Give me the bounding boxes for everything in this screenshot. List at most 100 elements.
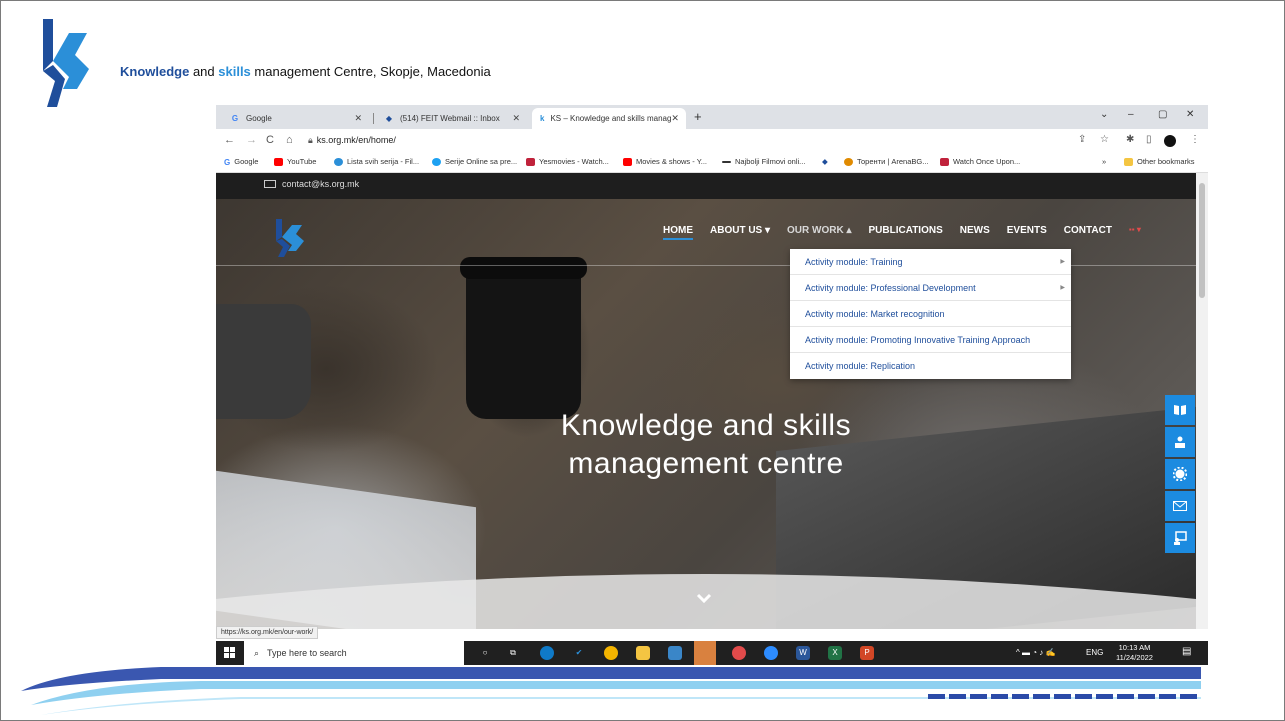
maximize-icon[interactable]: ▢ [1158, 109, 1167, 120]
presentation-icon[interactable] [1165, 523, 1195, 553]
bookmark-site-icon [526, 157, 535, 166]
lock-icon: 🔒︎ [308, 135, 313, 145]
dropdown-item-professional-development[interactable]: Activity module: Professional Developmen… [790, 275, 1071, 301]
website-page: contact@ks.org.mk HOME ABOUT US ▾ OUR WO… [216, 173, 1196, 629]
menu-our-work[interactable]: OUR WORK ▴ [787, 225, 851, 236]
search-icon: ⌕ [254, 647, 260, 658]
extensions-icon[interactable]: ✱ [1126, 134, 1134, 145]
new-tab-button[interactable]: + [694, 109, 702, 124]
url-field[interactable]: 🔒︎ ks.org.mk/en/home/ [308, 135, 396, 146]
scrollbar-thumb[interactable] [1199, 183, 1205, 298]
bookmark-item[interactable]: Yesmovies - Watch... [526, 157, 609, 166]
back-icon[interactable]: ← [224, 134, 235, 146]
site-logo-icon[interactable] [274, 219, 304, 257]
language-flag-menu[interactable]: ▪▪ ▾ [1129, 225, 1141, 236]
share-icon[interactable]: ⇪ [1078, 134, 1086, 145]
gear-icon[interactable] [1165, 459, 1195, 489]
reload-icon[interactable]: C [266, 134, 274, 146]
cortana-icon[interactable]: ○ [478, 646, 492, 660]
home-icon[interactable]: ⌂ [286, 134, 293, 146]
notifications-icon[interactable]: ▤ [1182, 646, 1191, 657]
menu-contact[interactable]: CONTACT [1064, 225, 1112, 236]
bookmark-site-icon [432, 157, 441, 166]
todo-icon[interactable]: ✔ [572, 646, 586, 660]
minimize-icon[interactable]: – [1128, 109, 1134, 120]
envelope-icon[interactable] [1165, 491, 1195, 521]
bookmark-item[interactable]: G Google [224, 157, 258, 167]
our-work-dropdown: Activity module: Training ▶ Activity modu… [790, 249, 1071, 379]
google-icon: G [224, 157, 231, 167]
bookmark-star-icon[interactable]: ☆ [1100, 134, 1109, 145]
tab-label: Google [246, 114, 272, 123]
menu-about-us[interactable]: ABOUT US ▾ [710, 225, 770, 236]
powerpoint-icon[interactable]: P [860, 646, 874, 660]
bookmark-item[interactable]: Serije Online sa pre... [432, 157, 517, 166]
dropdown-item-training[interactable]: Activity module: Training ▶ [790, 249, 1071, 275]
other-bookmarks[interactable]: Other bookmarks [1124, 157, 1195, 166]
chrome-icon[interactable] [604, 646, 618, 660]
close-window-icon[interactable]: ✕ [1186, 109, 1194, 120]
user-group-icon[interactable] [1165, 427, 1195, 457]
bookmark-item[interactable]: Watch Once Upon... [940, 157, 1020, 166]
zoom-icon[interactable] [764, 646, 778, 660]
tab-google[interactable]: G Google ✕ [222, 108, 370, 129]
contact-email[interactable]: contact@ks.org.mk [264, 179, 359, 189]
tab-webmail[interactable]: ◆ (514) FEIT Webmail :: Inbox ✕ [376, 108, 528, 129]
bookmark-site-icon [844, 157, 853, 166]
address-bar: ← → C ⌂ 🔒︎ ks.org.mk/en/home/ ⇪ ☆ ✱ ▯ ⋮ [216, 129, 1208, 153]
book-icon[interactable] [1165, 395, 1195, 425]
bookmark-item[interactable]: Najbolji Filmovi onli... [722, 157, 805, 166]
system-tray-icons[interactable]: ^ ▬ ◔ ♪ ✍ [1016, 648, 1055, 657]
search-placeholder: Type here to search [267, 648, 347, 658]
taskbar-clock[interactable]: 10:13 AM 11/24/2022 [1116, 643, 1153, 663]
side-panel-icon[interactable]: ▯ [1146, 134, 1152, 145]
tab-search-icon[interactable]: ⌄ [1100, 109, 1108, 120]
hero-image-cup [460, 257, 587, 419]
bookmark-site-icon [940, 157, 949, 166]
clock-time: 10:13 AM [1118, 643, 1151, 652]
hero-section: HOME ABOUT US ▾ OUR WORK ▴ PUBLICATIONS … [216, 199, 1196, 629]
dropdown-item-innovative-training[interactable]: Activity module: Promoting Innovative Tr… [790, 327, 1071, 353]
close-tab-icon[interactable]: ✕ [671, 113, 679, 124]
folder-icon [1124, 157, 1133, 166]
menu-news[interactable]: NEWS [960, 225, 990, 236]
bookmark-item[interactable]: ◆ [822, 157, 832, 166]
hero-title-line1: Knowledge and skills [560, 409, 852, 442]
bookmark-item[interactable]: Movies & shows - Y... [623, 157, 707, 166]
bookmark-item[interactable]: YouTube [274, 157, 316, 166]
chrome-active-icon[interactable] [732, 646, 746, 660]
windows-start-icon[interactable] [224, 647, 235, 661]
scroll-down-chevron-icon[interactable] [696, 591, 712, 607]
submenu-arrow-icon: ▶ [1060, 285, 1065, 291]
page-scrollbar[interactable] [1196, 173, 1208, 629]
menu-publications[interactable]: PUBLICATIONS [869, 225, 943, 236]
edge-icon[interactable] [540, 646, 554, 660]
hero-title-line2: management centre [568, 447, 844, 480]
file-explorer-icon[interactable] [636, 646, 650, 660]
bookmarks-overflow[interactable]: » [1102, 157, 1106, 166]
main-menu: HOME ABOUT US ▾ OUR WORK ▴ PUBLICATIONS … [663, 225, 1158, 240]
bookmark-site-icon [334, 157, 343, 166]
forward-icon[interactable]: → [246, 134, 257, 146]
close-tab-icon[interactable]: ✕ [354, 113, 362, 124]
app-icon[interactable] [668, 646, 682, 660]
tab-ks[interactable]: k KS – Knowledge and skills manag ✕ [532, 108, 686, 129]
dropdown-item-replication[interactable]: Activity module: Replication [790, 353, 1071, 379]
language-indicator[interactable]: ENG [1086, 648, 1103, 657]
browser-screenshot: G Google ✕ ◆ (514) FEIT Webmail :: Inbox… [216, 105, 1208, 665]
bookmark-item[interactable]: Торенти | ArenaBG... [844, 157, 929, 166]
task-view-icon[interactable]: ⧉ [506, 646, 520, 660]
word-icon[interactable]: W [796, 646, 810, 660]
menu-events[interactable]: EVENTS [1007, 225, 1047, 236]
profile-avatar[interactable] [1164, 135, 1176, 147]
bookmark-item[interactable]: Lista svih serija - Fil... [334, 157, 419, 166]
youtube-icon [623, 157, 632, 166]
close-tab-icon[interactable]: ✕ [512, 113, 520, 124]
excel-icon[interactable]: X [828, 646, 842, 660]
menu-dots-icon[interactable]: ⋮ [1190, 134, 1200, 145]
youtube-icon [274, 157, 283, 166]
tab-bar: G Google ✕ ◆ (514) FEIT Webmail :: Inbox… [216, 105, 1208, 129]
menu-home[interactable]: HOME [663, 225, 693, 240]
dropdown-item-market-recognition[interactable]: Activity module: Market recognition [790, 301, 1071, 327]
bookmark-site-icon [722, 160, 731, 163]
